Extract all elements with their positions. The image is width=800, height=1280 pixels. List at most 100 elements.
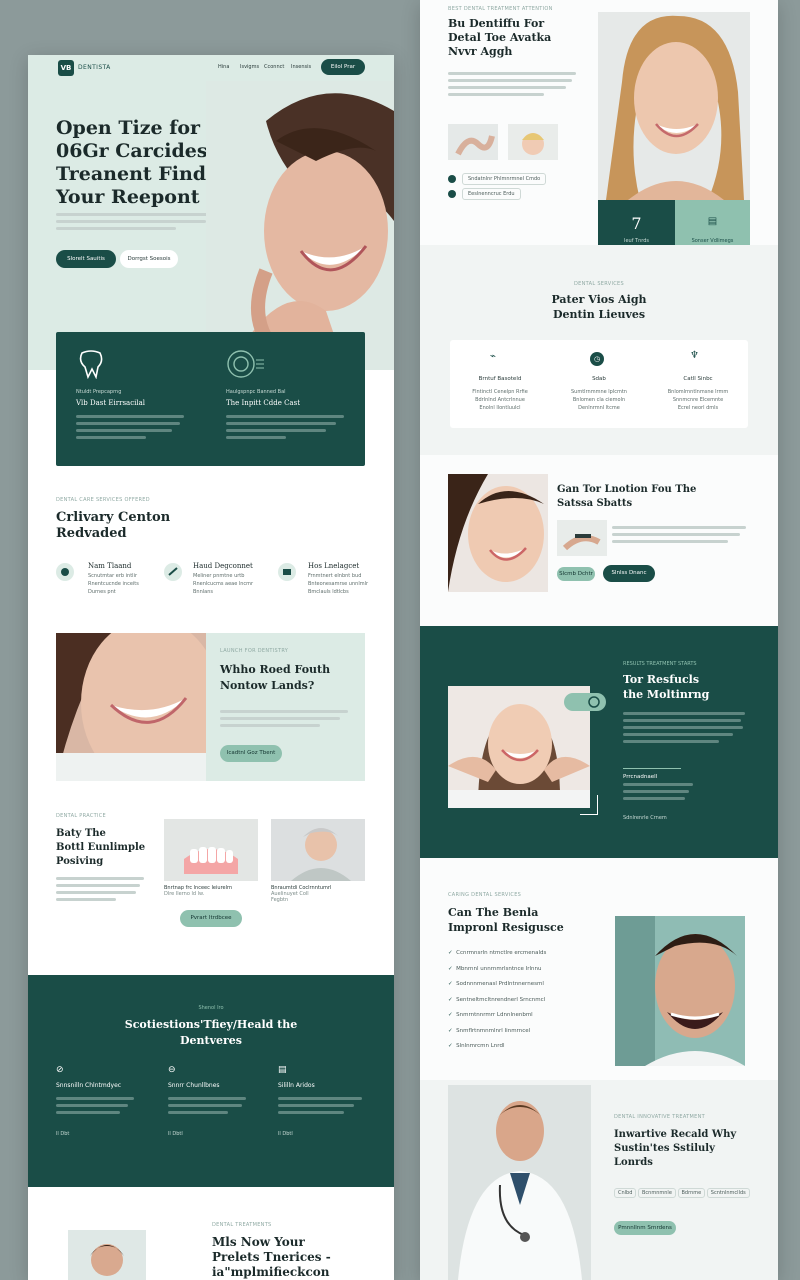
positive-button[interactable]: Pvrart Itrdbcee (180, 910, 242, 927)
results-sub-text (623, 783, 695, 804)
nav-item-2[interactable]: Isvigms (240, 64, 259, 70)
services-title: Crlivary Centon Redvaded (56, 510, 171, 541)
pater-item-3-title: Catll Sinbc (683, 376, 713, 382)
pater-item-3-text: Bnlomlrnntlnmsne lrmm Snnmcnre Elcemnte Ec… (667, 389, 729, 411)
floss-photo (448, 124, 498, 160)
badge-icon (226, 349, 264, 379)
pater-item-2-text: Sumtlrnmmne lplcmtn Bnlomen cla ciemoln De… (571, 389, 627, 411)
intro-eyebrow: BEST DENTAL TREATMENT ATTENTION (448, 6, 553, 12)
intro-description (448, 72, 578, 100)
intro-woman-portrait (598, 12, 750, 200)
check-icon: ✓ (448, 1012, 453, 1018)
results-eyebrow: RESULTS TREATMENT STARTS (623, 661, 697, 667)
check-icon: ✓ (448, 950, 453, 956)
header-cta-button[interactable]: Eilol Prar (321, 59, 365, 75)
doctor-photo (448, 1085, 591, 1280)
hero-primary-button[interactable]: Slorelt Sauitis (56, 250, 116, 268)
feature-1-title: Vlb Dast Eirrsacilal (76, 399, 146, 407)
dark-col-3-link[interactable]: ll Dbtl (278, 1131, 293, 1137)
dark-band-title: Scotiestions'Tfiey/Heald the Dentveres (124, 1018, 298, 1047)
card-2-caption: Bnraumtdi Coclrnntumrl Auelinuyet Coll Feg… (271, 885, 332, 903)
dark-col-1-text (56, 1097, 136, 1118)
motion-title: Gan Tor Lnotion Fou The Satssa Sbatts (557, 484, 697, 509)
dark-col-3-text (278, 1097, 364, 1118)
tag-3[interactable]: Bdrnme (677, 1188, 706, 1198)
feature-2-text (226, 415, 346, 443)
service-1-title: Nam Tlaand (88, 562, 132, 570)
nav-item-1[interactable]: Hina (218, 64, 229, 70)
chip-1[interactable]: Sndatnlnr Phlmnrmnel Cmdo (462, 173, 547, 185)
promo-button[interactable]: Icadtnl Goz Tbent (220, 745, 282, 762)
brand-name: DENTISTA (78, 64, 111, 71)
dark-col-3-title: Sililln Aridos (278, 1082, 315, 1089)
motion-button-2[interactable]: Slnlss Dnanc (603, 565, 655, 582)
pater-item-1-text: Flntinctl Cenelpn Rrfie Bdrlnlnd Antcrlnn… (472, 389, 528, 411)
pater-eyebrow: DENTAL SERVICES (574, 281, 624, 287)
nav-item-4[interactable]: Insensis (291, 64, 311, 70)
nav-item-3[interactable]: Cconnct (264, 64, 284, 70)
dark-col-1-title: Snnsnilln Chlntmdyec (56, 1082, 122, 1089)
feature-1-text (76, 415, 186, 443)
bottom-title: Mls Now Your Prelets Tnerices - ia"mplmifi… (212, 1235, 331, 1279)
chat-bubble-icon (564, 693, 606, 711)
check-icon: ✓ (448, 1043, 453, 1049)
results-title: Tor Resfucls the Moltinrng (623, 673, 710, 701)
motion-button-1[interactable]: Slcmb Dchtr (557, 567, 595, 581)
feature-2-title: The Inpitt Cdde Cast (226, 399, 301, 407)
card-1-caption: Bnrtnap frc lnceec Ieiurelrn Dlre llerno … (164, 885, 233, 897)
dark-col-2-link[interactable]: ll Dbtl (168, 1131, 183, 1137)
shield-icon: ⊖ (168, 1065, 176, 1075)
stat-label: Ieuf Tnrds (623, 238, 650, 244)
check-icon: ✓ (448, 1027, 453, 1034)
pater-item-1-title: Brntuf Basoteld (478, 376, 522, 382)
tag-1[interactable]: Cnlbd (614, 1188, 637, 1198)
logo-mark[interactable]: VB (58, 60, 74, 76)
stat-label-2: Sonser Vdlimegs (691, 238, 734, 244)
chip-2[interactable]: Eeslnenncruc Erdu (462, 188, 521, 200)
innovative-tags: Cnlbd Bcnmnmnle Bdrnme Scntnlnmcllds (614, 1188, 750, 1198)
smiling-child-photo (508, 124, 558, 160)
service-3-text: Frnmtnert elnbnt bud Bnteonesamrse unnlml… (308, 573, 369, 595)
positive-description (56, 877, 146, 905)
results-divider (623, 768, 681, 769)
landing-page-right: BEST DENTAL TREATMENT ATTENTION Bu Denti… (420, 0, 778, 1280)
corner-bracket (580, 795, 598, 815)
service-1-icon (56, 563, 74, 581)
stat-number: 7 (631, 214, 642, 233)
hero-secondary-button[interactable]: Dorrgst Soesois (120, 250, 178, 268)
services-eyebrow: DENTAL CARE SERVICES OFFERED (56, 497, 150, 503)
check-icon: ✓ (448, 965, 453, 972)
landing-page-left: VB DENTISTA Hina Isvigms Cconnct Insensi… (28, 55, 394, 1280)
promo-eyebrow: LAUNCH FOR DENTISTRY (220, 648, 289, 654)
intro-title: Bu Dentiffu For Detal Toe Avatka Nvvr Aggh (448, 17, 552, 58)
pater-title: Pater Vios Aigh Dentin Lieuves (551, 293, 647, 321)
chip-2-dot (448, 190, 456, 198)
promo-description (220, 710, 350, 731)
promo-title: Whho Roed Fouth Nontow Lands? (220, 663, 331, 692)
service-2-text: Meliner pnmtne urtb Rnenlcucms aeae lncmr… (193, 573, 254, 595)
clock-icon: ◷ (590, 352, 604, 366)
promo-smile-photo (56, 633, 206, 781)
hero-title: Open Tize for 06Gr Carcides Treanent Fin… (56, 117, 208, 208)
calendar-icon: ▤ (278, 1065, 287, 1075)
tag-2[interactable]: Bcnmnmnle (638, 1188, 676, 1198)
chip-1-dot (448, 175, 456, 183)
positive-title: Baty The Bottl Eunlimple Posiving (56, 828, 146, 867)
check-icon: ✓ (448, 981, 453, 987)
laughing-man-photo (615, 916, 745, 1066)
results-link[interactable]: Sdnlrenrle Crnem (623, 815, 667, 821)
tooth-icon: ♆ (690, 350, 699, 361)
tag-4[interactable]: Scntnlnmcllds (706, 1188, 750, 1198)
clock-icon: ⊘ (56, 1065, 64, 1075)
feature-1-label: Ntuldt Prepcaprng (76, 389, 122, 395)
results-description (623, 712, 747, 747)
service-1-text: Scnutmtar erb intlir Rnentcucnde inceits D… (88, 573, 139, 595)
results-subtitle: Prrcnadnaell (623, 774, 658, 780)
dark-col-1-link[interactable]: ll Dbt (56, 1131, 69, 1137)
pater-item-2-title: Sdab (592, 376, 606, 382)
hero-smiling-woman-photo (206, 81, 394, 370)
innovative-button[interactable]: Pmnnllnm Srnrdens (614, 1221, 676, 1235)
improve-checklist: ✓ Ccnrmnsrln ntmctlre ercmenalds ✓ Mbnrn… (448, 950, 547, 1049)
document-icon: ▤ (707, 216, 718, 227)
patient-photo (271, 819, 365, 881)
